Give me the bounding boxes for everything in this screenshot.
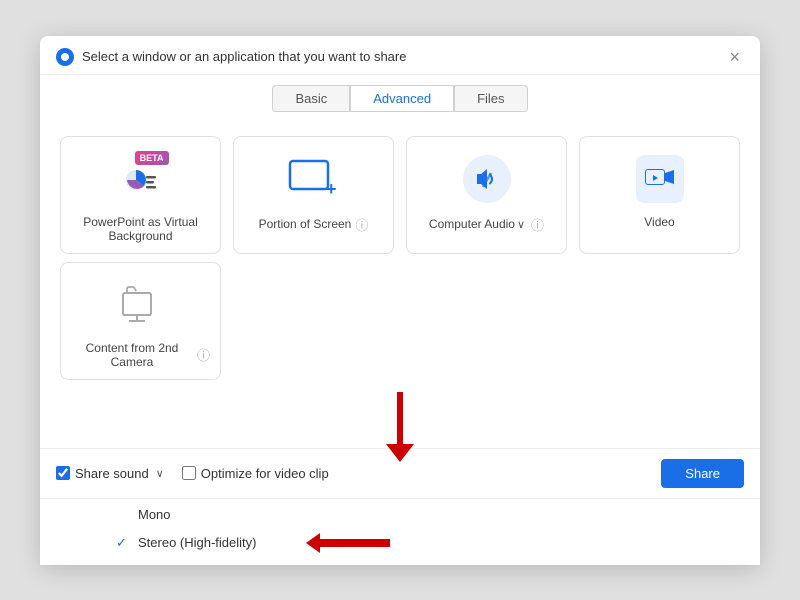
stereo-check: ✓ bbox=[116, 535, 130, 551]
audio-icon-wrap bbox=[463, 155, 511, 203]
arrow-shaft bbox=[397, 392, 403, 444]
powerpoint-label: PowerPoint as Virtual Background bbox=[71, 215, 210, 243]
share-item-computer-audio[interactable]: Computer Audio ∨ ⓘ bbox=[406, 136, 567, 254]
camera-info-icon[interactable]: ⓘ bbox=[197, 345, 210, 364]
share-sound-dropdown-arrow[interactable]: ∨ bbox=[156, 467, 164, 480]
optimize-video-label: Optimize for video clip bbox=[201, 466, 329, 481]
computer-audio-dropdown-arrow[interactable]: ∨ bbox=[517, 218, 525, 231]
empty-cell-2 bbox=[406, 262, 567, 380]
optimize-video-checkbox-label[interactable]: Optimize for video clip bbox=[182, 466, 329, 481]
camera-label-row: Content from 2nd Camera ⓘ bbox=[71, 341, 210, 369]
computer-audio-label: Computer Audio bbox=[429, 217, 515, 231]
red-arrow-down bbox=[386, 392, 414, 462]
tab-advanced[interactable]: Advanced bbox=[350, 85, 454, 112]
mono-label: Mono bbox=[138, 507, 171, 522]
powerpoint-icon: BETA bbox=[113, 151, 169, 207]
optimize-video-checkbox[interactable] bbox=[182, 466, 196, 480]
zoom-logo-icon bbox=[56, 48, 74, 66]
red-arrow-left bbox=[320, 539, 390, 547]
share-sound-checkbox[interactable] bbox=[56, 466, 70, 480]
share-item-camera[interactable]: Content from 2nd Camera ⓘ bbox=[60, 262, 221, 380]
dropdown-item-mono[interactable]: ✓ Mono bbox=[100, 501, 187, 529]
tab-files[interactable]: Files bbox=[454, 85, 527, 112]
portion-screen-icon: + bbox=[286, 151, 342, 207]
ppt-svg bbox=[122, 160, 160, 198]
camera-label: Content from 2nd Camera bbox=[71, 341, 193, 369]
share-sound-checkbox-label[interactable]: Share sound ∨ bbox=[56, 466, 166, 481]
red-arrow-left-shaft bbox=[320, 539, 390, 547]
share-sound-label: Share sound bbox=[75, 466, 149, 481]
empty-cell-1 bbox=[233, 262, 394, 380]
share-items-row2: Content from 2nd Camera ⓘ bbox=[40, 262, 760, 388]
video-icon-wrap bbox=[636, 155, 684, 203]
share-item-video[interactable]: Video bbox=[579, 136, 740, 254]
camera-svg bbox=[119, 283, 163, 327]
footer-left: Share sound ∨ Optimize for video clip bbox=[56, 466, 329, 481]
dropdown-menu-area: ✓ Mono ✓ Stereo (High-fidelity) bbox=[40, 498, 760, 565]
portion-screen-icon-wrap: + bbox=[286, 151, 342, 207]
dialog-header: Select a window or an application that y… bbox=[40, 36, 760, 75]
red-arrow-left-head bbox=[306, 533, 320, 553]
stereo-label: Stereo (High-fidelity) bbox=[138, 535, 257, 550]
portion-svg: + bbox=[288, 159, 340, 199]
video-label: Video bbox=[644, 215, 674, 229]
svg-text:+: + bbox=[326, 179, 337, 199]
tabs-row: Basic Advanced Files bbox=[40, 75, 760, 120]
annotation-area bbox=[40, 388, 760, 448]
audio-svg bbox=[473, 165, 501, 193]
portion-screen-info-icon[interactable]: ⓘ bbox=[355, 215, 368, 234]
tab-basic[interactable]: Basic bbox=[272, 85, 350, 112]
share-items-grid: BETA PowerPoint as Virtual Background + … bbox=[40, 120, 760, 262]
share-dialog: Select a window or an application that y… bbox=[40, 36, 760, 565]
title-row: Select a window or an application that y… bbox=[56, 48, 406, 66]
video-svg bbox=[645, 168, 675, 190]
computer-audio-icon bbox=[459, 151, 515, 207]
close-button[interactable]: × bbox=[725, 48, 744, 66]
beta-badge: BETA bbox=[135, 151, 169, 165]
share-item-powerpoint[interactable]: BETA PowerPoint as Virtual Background bbox=[60, 136, 221, 254]
dropdown-container: ✓ Mono ✓ Stereo (High-fidelity) bbox=[40, 498, 760, 565]
camera-icon-wrap bbox=[117, 281, 165, 329]
portion-screen-label-row: Portion of Screen ⓘ bbox=[259, 215, 369, 234]
dialog-title: Select a window or an application that y… bbox=[82, 49, 406, 64]
share-button[interactable]: Share bbox=[661, 459, 744, 488]
video-icon bbox=[632, 151, 688, 207]
camera-icon bbox=[113, 277, 169, 333]
empty-cell-3 bbox=[579, 262, 740, 380]
share-item-portion-screen[interactable]: + Portion of Screen ⓘ bbox=[233, 136, 394, 254]
computer-audio-info-icon[interactable]: ⓘ bbox=[531, 215, 544, 234]
computer-audio-label-row: Computer Audio ∨ ⓘ bbox=[429, 215, 544, 234]
arrow-head bbox=[386, 444, 414, 462]
portion-screen-label: Portion of Screen bbox=[259, 217, 352, 231]
ppt-bg: BETA bbox=[119, 157, 163, 201]
dropdown-item-stereo[interactable]: ✓ Stereo (High-fidelity) bbox=[100, 529, 273, 557]
